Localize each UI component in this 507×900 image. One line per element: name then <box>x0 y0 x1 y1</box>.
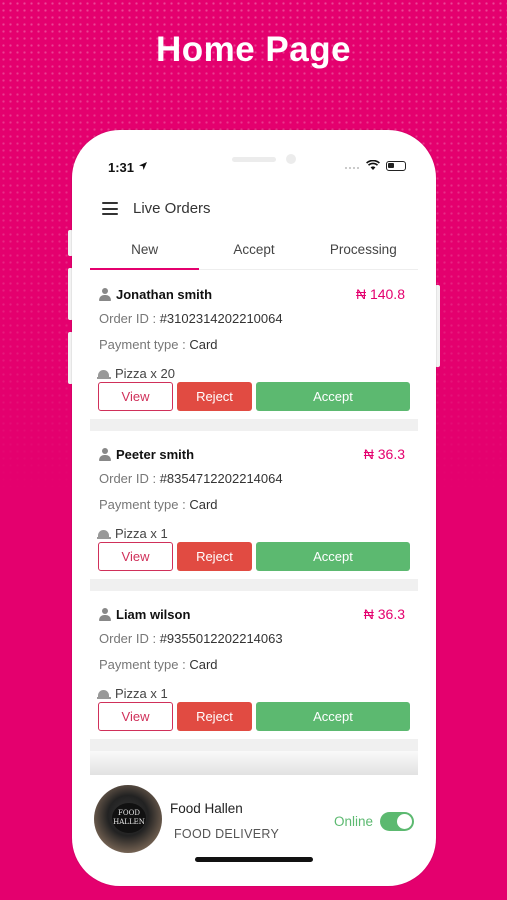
reject-button[interactable]: Reject <box>177 702 252 731</box>
order-id-value: #3102314202210064 <box>159 311 283 326</box>
order-card: Jonathan smith ₦ 140.8 Order ID : #31023… <box>90 271 418 419</box>
store-subtitle: FOOD DELIVERY <box>174 827 280 841</box>
food-dish-icon <box>97 687 111 701</box>
accept-button[interactable]: Accept <box>256 542 410 571</box>
order-price: ₦ 36.3 <box>363 606 405 622</box>
order-id-value: #8354712202214064 <box>159 471 283 486</box>
order-card: Peeter smith ₦ 36.3 Order ID : #83547122… <box>90 431 418 579</box>
payment-row: Payment type : Card <box>99 657 218 672</box>
order-id-row: Order ID : #3102314202210064 <box>99 311 283 326</box>
order-id-label: Order ID : <box>99 311 160 326</box>
accept-button[interactable]: Accept <box>256 702 410 731</box>
tab-processing[interactable]: Processing <box>309 238 418 269</box>
wifi-icon <box>366 160 380 170</box>
payment-row: Payment type : Card <box>99 337 218 352</box>
order-item: Pizza x 20 <box>115 366 175 381</box>
order-id-label: Order ID : <box>99 471 160 486</box>
customer-name: Peeter smith <box>116 447 195 462</box>
hamburger-menu-icon[interactable] <box>102 202 118 215</box>
accept-button[interactable]: Accept <box>256 382 410 411</box>
view-button[interactable]: View <box>98 382 173 411</box>
battery-icon <box>386 160 406 171</box>
home-indicator[interactable] <box>195 857 313 862</box>
tab-new[interactable]: New <box>90 238 200 270</box>
status-time: 1:31 <box>108 160 135 175</box>
reject-button[interactable]: Reject <box>177 382 252 411</box>
order-id-value: #9355012202214063 <box>159 631 283 646</box>
order-card-partial <box>90 751 418 775</box>
person-icon <box>99 608 111 621</box>
store-logo: FOOD HALLEN <box>112 803 146 833</box>
order-id-label: Order ID : <box>99 631 160 646</box>
location-arrow-icon <box>139 162 147 170</box>
store-name: Food Hallen <box>170 801 243 816</box>
order-price: ₦ 140.8 <box>355 286 405 302</box>
order-tabs: New Accept Processing <box>90 238 418 270</box>
payment-label: Payment type : <box>99 657 190 672</box>
page-title: Live Orders <box>133 200 211 217</box>
order-id-row: Order ID : #8354712202214064 <box>99 471 283 486</box>
phone-screen: 1:31 Live Orders New Accept Processing J… <box>72 130 436 886</box>
cellular-signal-icon <box>345 166 359 169</box>
payment-value: Card <box>189 657 218 672</box>
app-bar: Live Orders <box>72 196 436 226</box>
person-icon <box>99 448 111 461</box>
phone-speaker <box>232 157 276 162</box>
food-dish-icon <box>97 367 111 381</box>
customer-name: Liam wilson <box>116 607 191 622</box>
payment-row: Payment type : Card <box>99 497 218 512</box>
payment-label: Payment type : <box>99 337 190 352</box>
order-item: Pizza x 1 <box>115 686 168 701</box>
online-toggle[interactable] <box>380 812 414 831</box>
reject-button[interactable]: Reject <box>177 542 252 571</box>
payment-value: Card <box>189 497 218 512</box>
order-id-row: Order ID : #9355012202214063 <box>99 631 283 646</box>
phone-camera <box>286 154 296 164</box>
person-icon <box>99 288 111 301</box>
payment-value: Card <box>189 337 218 352</box>
order-card: Liam wilson ₦ 36.3 Order ID : #935501220… <box>90 591 418 739</box>
tab-accept[interactable]: Accept <box>199 238 308 269</box>
view-button[interactable]: View <box>98 702 173 731</box>
orders-list[interactable]: Jonathan smith ₦ 140.8 Order ID : #31023… <box>90 271 418 775</box>
customer-name: Jonathan smith <box>116 287 213 302</box>
order-price: ₦ 36.3 <box>363 446 405 462</box>
food-dish-icon <box>97 527 111 541</box>
payment-label: Payment type : <box>99 497 190 512</box>
hero-title: Home Page <box>155 30 352 69</box>
view-button[interactable]: View <box>98 542 173 571</box>
store-footer: FOOD HALLEN Food Hallen FOOD DELIVERY Onl… <box>72 775 436 886</box>
store-avatar[interactable]: FOOD HALLEN <box>94 785 162 853</box>
online-status-label: Online <box>334 814 374 829</box>
status-bar: 1:31 <box>72 130 436 190</box>
order-item: Pizza x 1 <box>115 526 168 541</box>
